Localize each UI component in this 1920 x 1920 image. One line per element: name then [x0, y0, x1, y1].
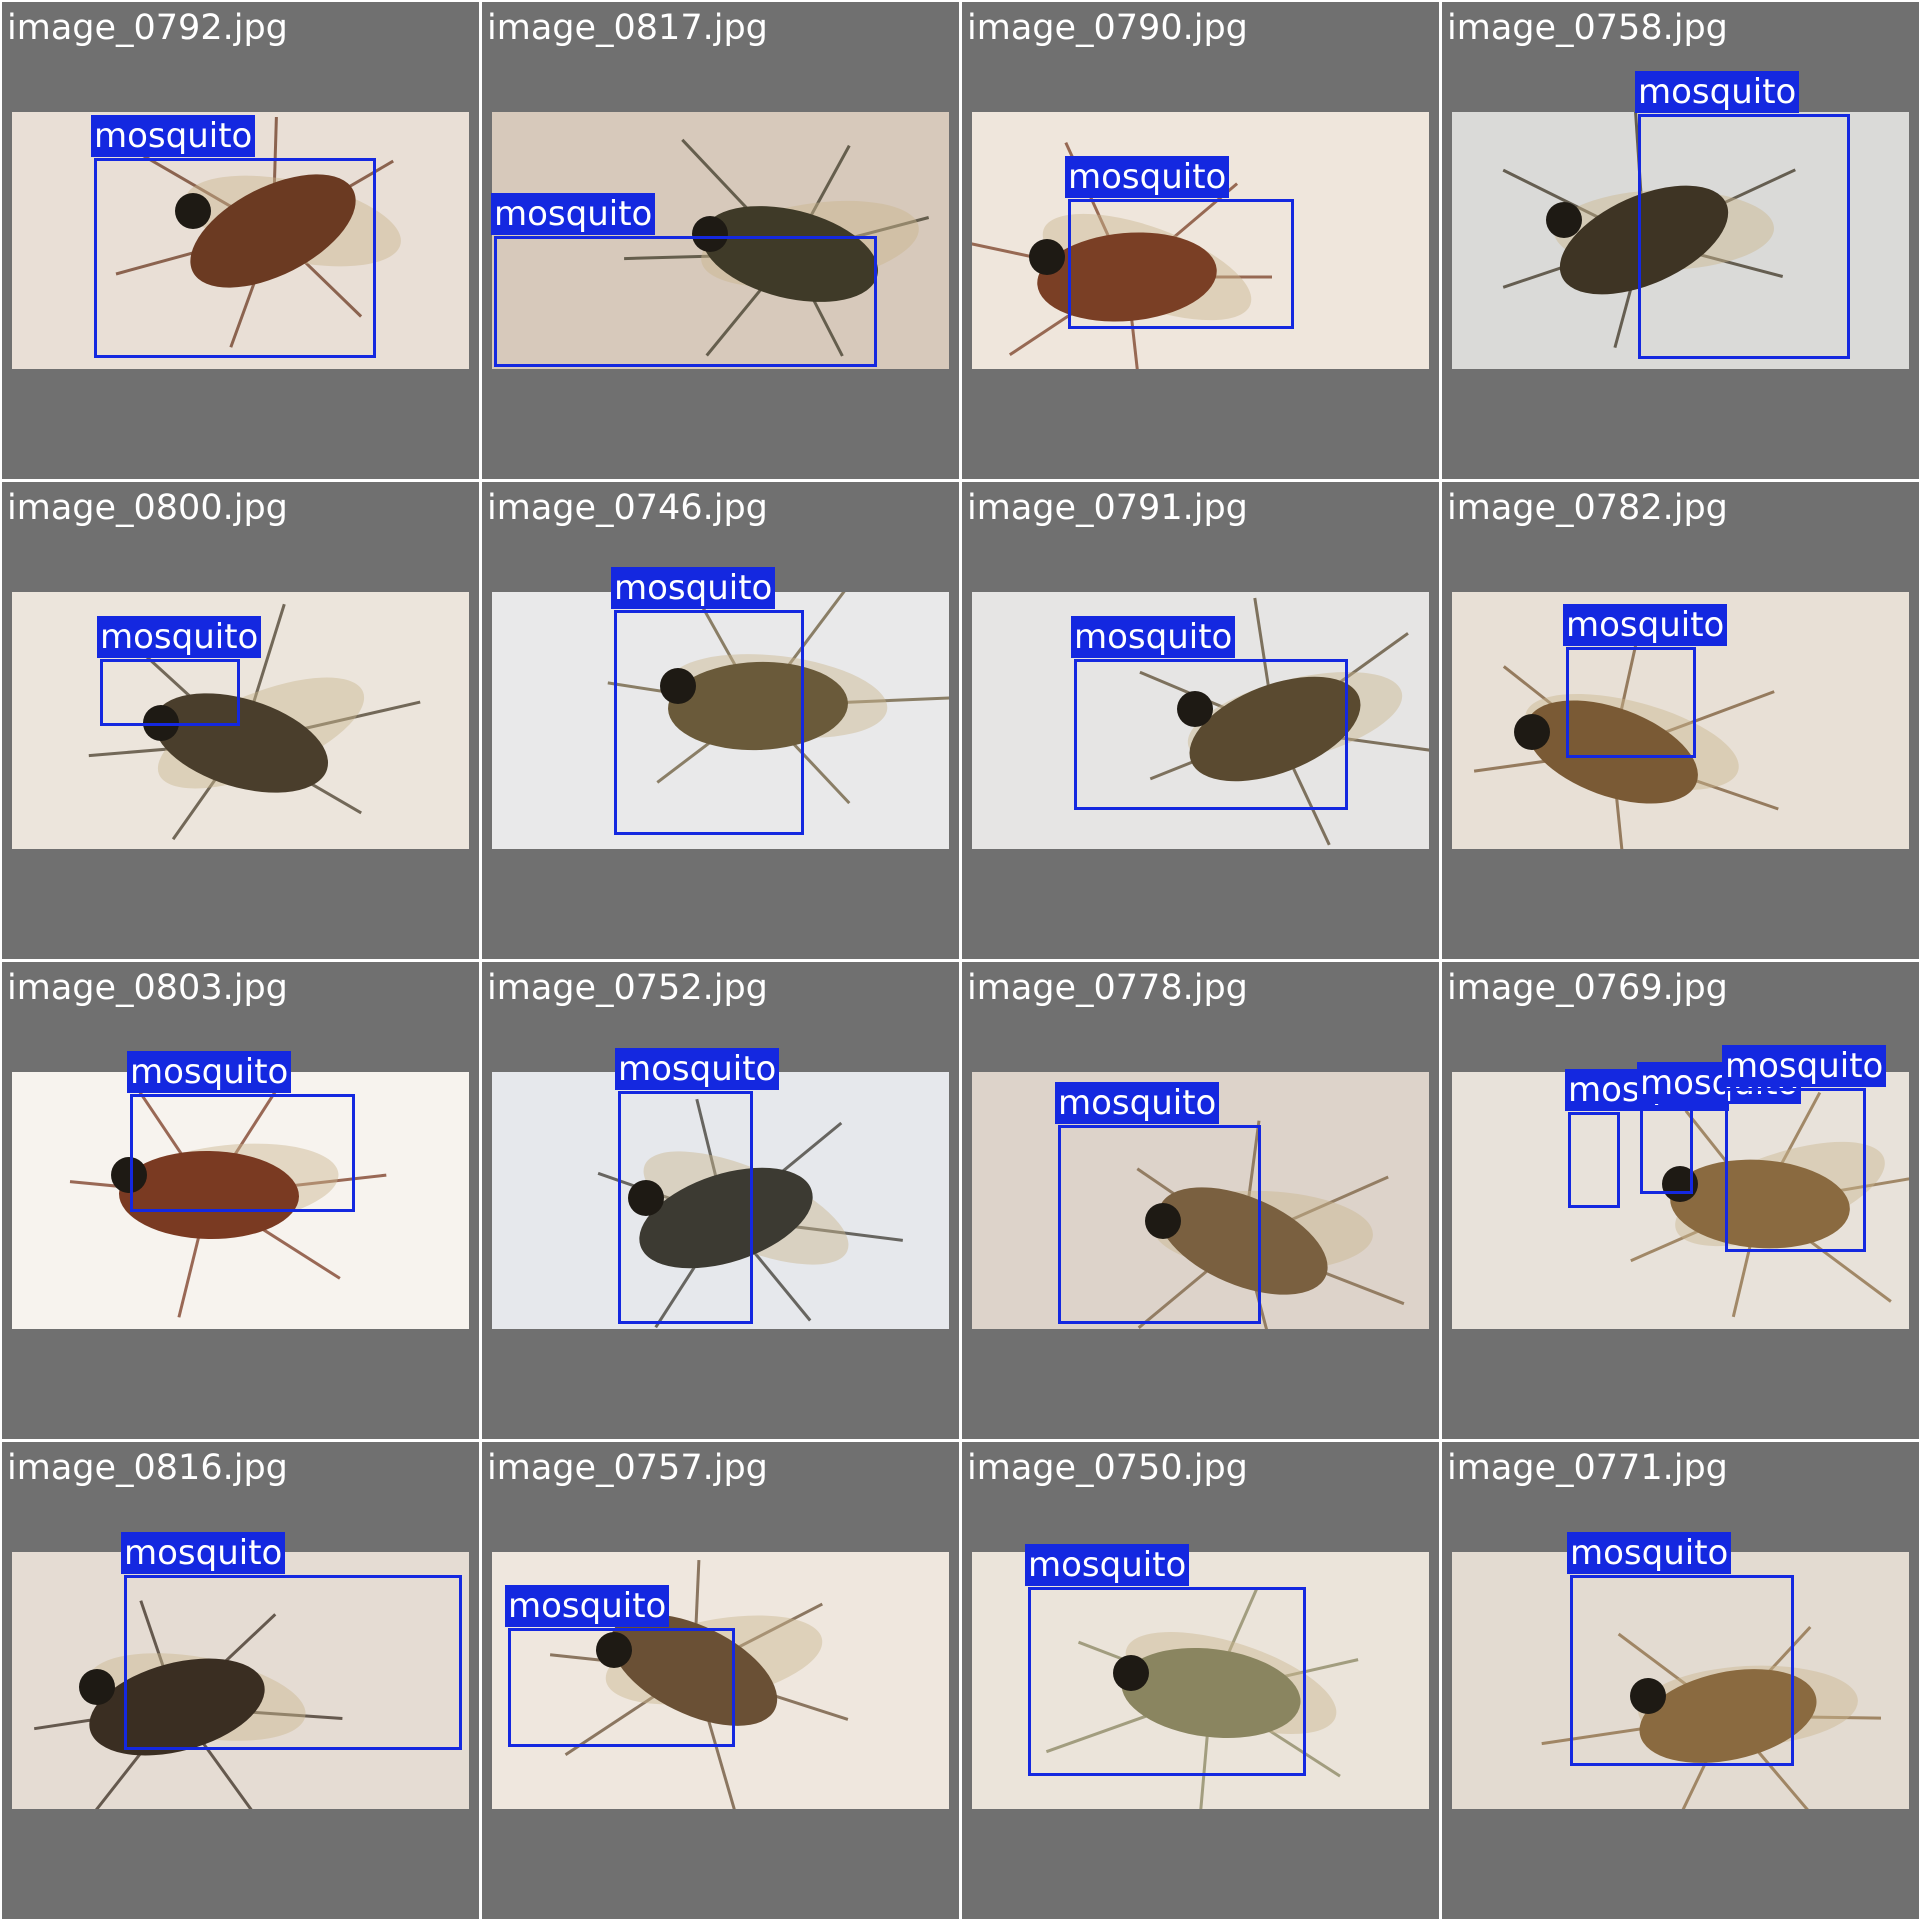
detection-box [1058, 1125, 1261, 1324]
detection-label: mosquito [91, 115, 256, 157]
detection-label: mosquito [615, 1048, 780, 1090]
image-tile: image_0792.jpg mosquito [2, 2, 479, 479]
detection-label: mosquito [1722, 1045, 1887, 1087]
tile-filename: image_0782.jpg [1447, 488, 1728, 528]
image-tile: image_0752.jpg mosquito [482, 962, 959, 1439]
detection-box [1640, 1105, 1693, 1194]
tile-filename: image_0746.jpg [487, 488, 768, 528]
tile-filename: image_0790.jpg [967, 8, 1248, 48]
detection-label: mosquito [611, 567, 776, 609]
tile-filename: image_0771.jpg [1447, 1448, 1728, 1488]
detection-box [1566, 647, 1696, 758]
image-tile: image_0791.jpg mosquito [962, 482, 1439, 959]
tile-filename: image_0816.jpg [7, 1448, 288, 1488]
detection-box [124, 1575, 462, 1750]
detection-label: mosquito [127, 1051, 292, 1093]
detection-label: mosquito [1065, 156, 1230, 198]
image-tile: image_0803.jpg mosquito [2, 962, 479, 1439]
detection-label: mosquito [1567, 1532, 1732, 1574]
image-tile: image_0800.jpg mosquito [2, 482, 479, 959]
image-tile: image_0769.jpg mosquitomosquitomosquito [1442, 962, 1919, 1439]
detection-box [614, 610, 804, 835]
tile-filename: image_0758.jpg [1447, 8, 1728, 48]
detection-box [1028, 1587, 1306, 1776]
detection-box [1725, 1088, 1866, 1252]
tile-filename: image_0803.jpg [7, 968, 288, 1008]
tile-filename: image_0778.jpg [967, 968, 1248, 1008]
detection-box [94, 158, 376, 358]
detection-box [1068, 199, 1294, 329]
image-tile: image_0771.jpg mosquito [1442, 1442, 1919, 1919]
detection-label: mosquito [1025, 1544, 1190, 1586]
detection-grid: image_0792.jpg mosquito image_0817.jpg mo… [0, 0, 1920, 1920]
image-tile: image_0750.jpg mosquito [962, 1442, 1439, 1919]
image-tile: image_0778.jpg mosquito [962, 962, 1439, 1439]
detection-box [494, 236, 877, 367]
image-tile: image_0757.jpg mosquito [482, 1442, 959, 1919]
detection-label: mosquito [1635, 71, 1800, 113]
detection-label: mosquito [1563, 604, 1728, 646]
detection-box [1074, 659, 1348, 810]
detection-box [130, 1094, 355, 1212]
detection-label: mosquito [505, 1585, 670, 1627]
detection-label: mosquito [491, 193, 656, 235]
detection-label: mosquito [121, 1532, 286, 1574]
image-tile: image_0816.jpg mosquito [2, 1442, 479, 1919]
detection-box [100, 659, 240, 726]
detection-box [1638, 114, 1850, 359]
image-tile: image_0817.jpg mosquito [482, 2, 959, 479]
tile-filename: image_0769.jpg [1447, 968, 1728, 1008]
tile-filename: image_0757.jpg [487, 1448, 768, 1488]
detection-label: mosquito [1071, 616, 1236, 658]
image-tile: image_0746.jpg mosquito [482, 482, 959, 959]
image-tile: image_0790.jpg mosquito [962, 2, 1439, 479]
detection-box [1570, 1575, 1794, 1766]
tile-filename: image_0800.jpg [7, 488, 288, 528]
detection-label: mosquito [1055, 1082, 1220, 1124]
tile-filename: image_0750.jpg [967, 1448, 1248, 1488]
tile-filename: image_0791.jpg [967, 488, 1248, 528]
tile-filename: image_0817.jpg [487, 8, 768, 48]
detection-box [618, 1091, 753, 1324]
image-tile: image_0758.jpg mosquito [1442, 2, 1919, 479]
detection-box [1568, 1112, 1620, 1208]
detection-box [508, 1628, 735, 1747]
image-tile: image_0782.jpg mosquito [1442, 482, 1919, 959]
tile-filename: image_0752.jpg [487, 968, 768, 1008]
detection-label: mosquito [97, 616, 262, 658]
tile-filename: image_0792.jpg [7, 8, 288, 48]
